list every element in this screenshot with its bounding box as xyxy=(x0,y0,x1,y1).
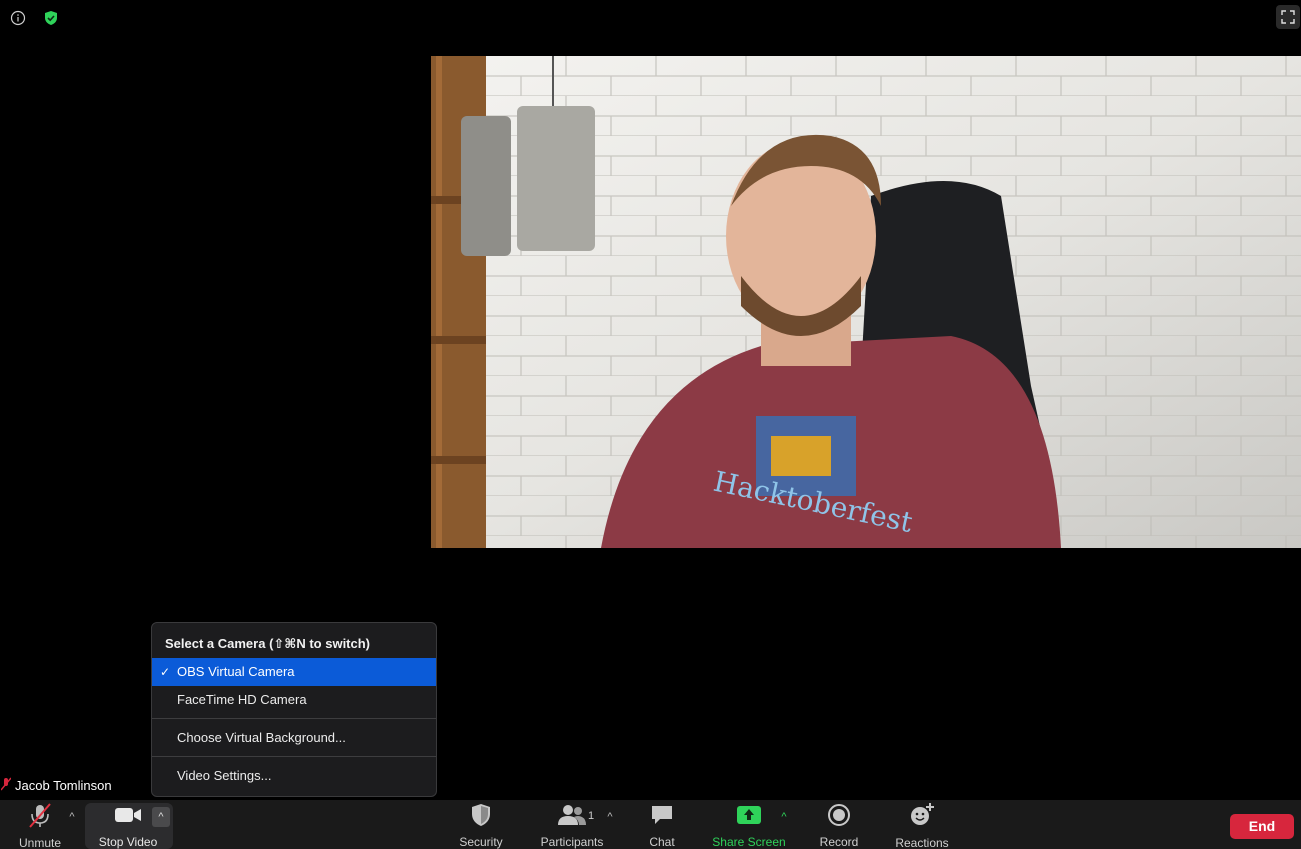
menu-item-facetime-hd-camera[interactable]: FaceTime HD Camera xyxy=(152,686,436,714)
video-options-chevron-icon[interactable]: ^ xyxy=(152,807,170,827)
shield-check-icon[interactable] xyxy=(40,7,62,29)
record-button[interactable]: Record xyxy=(812,802,866,849)
menu-item-video-settings[interactable]: Video Settings... xyxy=(152,762,436,790)
share-screen-label: Share Screen xyxy=(712,835,786,849)
reactions-label: Reactions xyxy=(895,836,949,849)
security-button[interactable]: Security xyxy=(450,802,512,849)
share-options-chevron-icon[interactable]: ^ xyxy=(777,810,791,824)
unmute-label: Unmute xyxy=(18,836,62,849)
chat-label: Chat xyxy=(649,835,675,849)
participants-count: 1 xyxy=(588,810,595,822)
menu-divider xyxy=(152,756,436,757)
share-screen-icon xyxy=(736,802,762,827)
menu-item-label: FaceTime HD Camera xyxy=(177,692,307,707)
participant-name: Jacob Tomlinson xyxy=(15,777,112,793)
participants-button[interactable]: Participants xyxy=(535,802,609,849)
record-label: Record xyxy=(819,835,859,849)
video-feed: Hacktoberfest xyxy=(431,56,1301,548)
participants-options-chevron-icon[interactable]: ^ xyxy=(603,810,617,824)
menu-item-label: Choose Virtual Background... xyxy=(177,730,346,745)
zoom-meeting-window: Hacktoberfest Jacob Tomlinson Select a C… xyxy=(0,0,1301,849)
fullscreen-icon[interactable] xyxy=(1276,5,1300,29)
security-label: Security xyxy=(459,835,503,849)
video-image: Hacktoberfest xyxy=(431,56,1301,548)
audio-options-chevron-icon[interactable]: ^ xyxy=(65,810,79,824)
menu-item-obs-virtual-camera[interactable]: ✓ OBS Virtual Camera xyxy=(152,658,436,686)
reactions-button[interactable]: Reactions xyxy=(890,802,954,849)
menu-item-virtual-background[interactable]: Choose Virtual Background... xyxy=(152,724,436,752)
record-icon xyxy=(827,802,851,827)
stop-video-label: Stop Video xyxy=(98,835,158,849)
participants-label: Participants xyxy=(540,835,604,849)
checkmark-icon: ✓ xyxy=(160,665,171,679)
participant-name-tag: Jacob Tomlinson xyxy=(0,776,116,794)
chat-bubble-icon xyxy=(650,802,674,827)
muted-mic-icon xyxy=(27,802,53,828)
meeting-toolbar: Unmute ^ Stop Video ^ Security Participa… xyxy=(0,800,1301,849)
camera-select-menu: Select a Camera (⇧⌘N to switch) ✓ OBS Vi… xyxy=(151,622,437,797)
chat-button[interactable]: Chat xyxy=(640,802,684,849)
menu-header: Select a Camera (⇧⌘N to switch) xyxy=(165,636,371,651)
menu-item-label: OBS Virtual Camera xyxy=(177,664,295,679)
smiley-plus-icon xyxy=(909,802,935,828)
muted-mic-icon xyxy=(0,777,12,794)
video-camera-icon xyxy=(114,802,142,827)
end-meeting-button[interactable]: End xyxy=(1230,814,1294,839)
info-icon[interactable] xyxy=(7,7,29,29)
menu-divider xyxy=(152,718,436,719)
participants-icon xyxy=(557,802,587,827)
shield-icon xyxy=(470,802,492,827)
unmute-button[interactable]: Unmute xyxy=(10,802,70,849)
menu-item-label: Video Settings... xyxy=(177,768,272,783)
